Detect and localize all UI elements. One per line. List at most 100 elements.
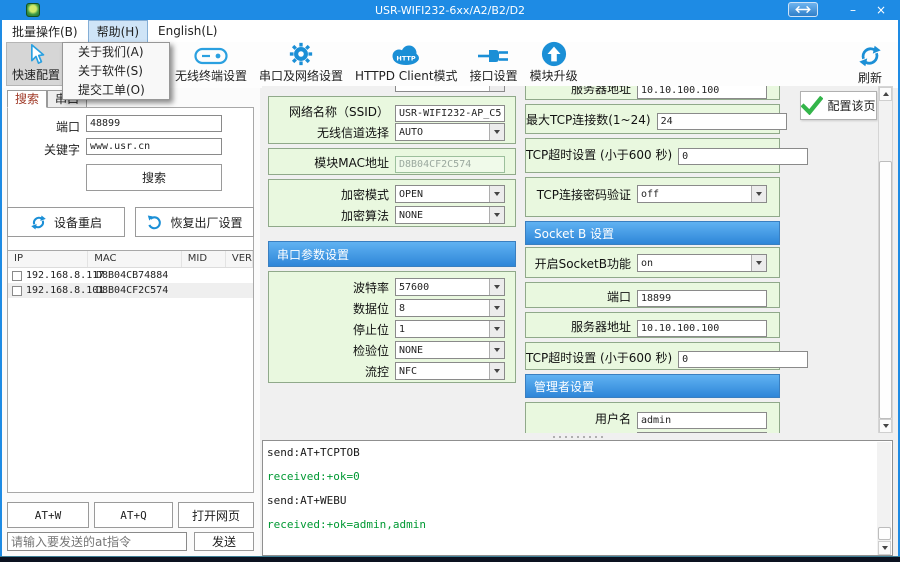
menu-batch[interactable]: 批量操作(B) [4, 21, 86, 42]
search-button[interactable]: 搜索 [86, 164, 222, 191]
tcp-timeout-b-label: TCP超时设置 (小于600 秒) [526, 349, 678, 366]
factory-reset-button[interactable]: 恢复出厂设置 [135, 207, 254, 237]
row-checkbox[interactable] [12, 286, 22, 296]
close-button[interactable]: × [868, 0, 894, 19]
open-webpage-button[interactable]: 打开网页 [178, 502, 254, 528]
splitter-handle[interactable] [262, 433, 893, 440]
baud-select[interactable]: 57600 [395, 278, 505, 296]
taskbar-strip [0, 556, 900, 562]
row-checkbox[interactable] [12, 271, 22, 281]
chevron-down-icon[interactable] [489, 321, 504, 337]
server-a-label: 服务器地址 [526, 86, 637, 97]
toolbar-quick-config[interactable]: 快速配置 [6, 42, 66, 86]
toolbar-httpd-client[interactable]: HTTP HTTPD Client模式 [350, 42, 463, 86]
left-panel: 搜索 串口 端口 关键字 搜索 设备重启 恢复出厂设置 IP MAC MID V… [2, 88, 260, 556]
toolbar-module-upgrade[interactable]: 模块升级 [525, 42, 583, 86]
mac-input [395, 156, 505, 173]
chevron-down-icon[interactable] [751, 186, 766, 202]
resize-button[interactable] [788, 2, 818, 17]
col-mac[interactable]: MAC [88, 251, 182, 267]
parity-label: 检验位 [269, 342, 395, 359]
tcp-password-select[interactable]: off [637, 185, 767, 203]
chevron-down-icon[interactable] [489, 186, 504, 202]
at-command-input[interactable] [7, 532, 187, 551]
ssid-input[interactable] [395, 105, 505, 122]
chevron-down-icon[interactable] [751, 255, 766, 271]
flow-select[interactable]: NFC [395, 362, 505, 380]
port-b-panel: 端口 [525, 282, 780, 308]
channel-select[interactable]: AUTO [395, 123, 505, 141]
menu-item-about-us[interactable]: 关于我们(A) [63, 43, 169, 62]
enc-mode-select[interactable]: OPEN [395, 185, 505, 203]
refresh-icon [857, 43, 883, 69]
table-row[interactable]: 192.168.8.101 D8B04CF2C574 [8, 283, 253, 298]
max-tcp-label: 最大TCP连接数(1~24) [526, 111, 657, 128]
scrollbar-thumb[interactable] [879, 161, 892, 419]
chevron-down-icon[interactable] [489, 124, 504, 140]
tcp-timeout-b-input[interactable] [678, 351, 808, 368]
admin-panel: 用户名 密码 admin [525, 402, 780, 433]
max-tcp-panel: 最大TCP连接数(1~24) [525, 104, 780, 134]
server-b-input[interactable] [637, 320, 767, 337]
col-ip[interactable]: IP [8, 251, 88, 267]
upload-circle-icon [541, 41, 567, 67]
tcp-password-panel: TCP连接密码验证 off [525, 177, 780, 217]
col-mid[interactable]: MID [182, 251, 226, 267]
atw-button[interactable]: AT+W [7, 502, 89, 528]
log-area[interactable]: send:AT+TCPTOB received:+ok=0 send:AT+WE… [262, 440, 893, 556]
parity-select[interactable]: NONE [395, 341, 505, 359]
col-ver[interactable]: VER [226, 251, 253, 267]
log-scrollbar[interactable] [877, 442, 891, 555]
scroll-down-button[interactable] [879, 419, 892, 433]
scroll-up-button[interactable] [879, 87, 892, 101]
socketb-enable-select[interactable]: on [637, 254, 767, 272]
device-restart-button[interactable]: 设备重启 [7, 207, 125, 237]
chevron-down-icon[interactable] [489, 363, 504, 379]
tcp-timeout-a-input[interactable] [678, 148, 808, 165]
menu-english[interactable]: English(L) [150, 22, 225, 40]
chevron-down-icon[interactable] [489, 279, 504, 295]
toolbar-wireless-terminal[interactable]: 无线终端设置 [170, 42, 252, 86]
toolbar-refresh[interactable]: 刷新 [852, 44, 888, 88]
stopbits-select[interactable]: 1 [395, 320, 505, 338]
send-button[interactable]: 发送 [194, 532, 254, 551]
port-b-label: 端口 [526, 288, 637, 305]
table-row[interactable]: 192.168.8.117 D8B04CB74884 [8, 268, 253, 283]
atq-button[interactable]: AT+Q [94, 502, 173, 528]
username-input[interactable] [637, 412, 767, 429]
chevron-down-icon[interactable] [489, 342, 504, 358]
apply-page-button[interactable]: 配置该页 [800, 91, 877, 120]
chevron-down-icon[interactable] [489, 300, 504, 316]
scroll-down-button[interactable] [878, 541, 891, 555]
enc-algo-select[interactable]: NONE [395, 206, 505, 224]
chevron-down-icon[interactable] [489, 207, 504, 223]
socketb-enable-label: 开启SocketB功能 [526, 255, 637, 272]
max-tcp-input[interactable] [657, 113, 787, 130]
mode-combo-cutoff[interactable] [395, 86, 505, 92]
port-b-input[interactable] [637, 290, 767, 307]
port-input[interactable] [86, 115, 222, 132]
menu-help[interactable]: 帮助(H) [88, 20, 148, 43]
databits-label: 数据位 [269, 300, 395, 317]
plug-icon [477, 44, 511, 67]
tab-search[interactable]: 搜索 [7, 90, 47, 108]
minimize-button[interactable]: – [840, 0, 866, 19]
menu-item-about-software[interactable]: 关于软件(S) [63, 62, 169, 81]
scrollbar-thumb[interactable] [878, 527, 891, 540]
chevron-down-icon[interactable] [489, 86, 504, 91]
server-a-panel: 服务器地址 [525, 86, 780, 100]
keyword-input[interactable] [86, 138, 222, 155]
config-area: 网络名称（SSID） 无线信道选择 AUTO 模块MAC地址 加密模式 [262, 86, 893, 433]
svg-text:HTTP: HTTP [397, 55, 416, 63]
mac-panel: 模块MAC地址 [268, 148, 516, 175]
factory-reset-icon [146, 214, 163, 231]
mac-label: 模块MAC地址 [269, 154, 395, 171]
username-label: 用户名 [526, 410, 637, 427]
toolbar-serial-network[interactable]: 串口及网络设置 [254, 42, 348, 86]
menu-item-submit-ticket[interactable]: 提交工单(O) [63, 81, 169, 100]
server-a-input[interactable] [637, 86, 767, 99]
toolbar-interface-settings[interactable]: 接口设置 [465, 42, 523, 86]
databits-select[interactable]: 8 [395, 299, 505, 317]
config-scrollbar[interactable] [878, 86, 893, 433]
log-line: received:+ok=0 [267, 470, 872, 483]
